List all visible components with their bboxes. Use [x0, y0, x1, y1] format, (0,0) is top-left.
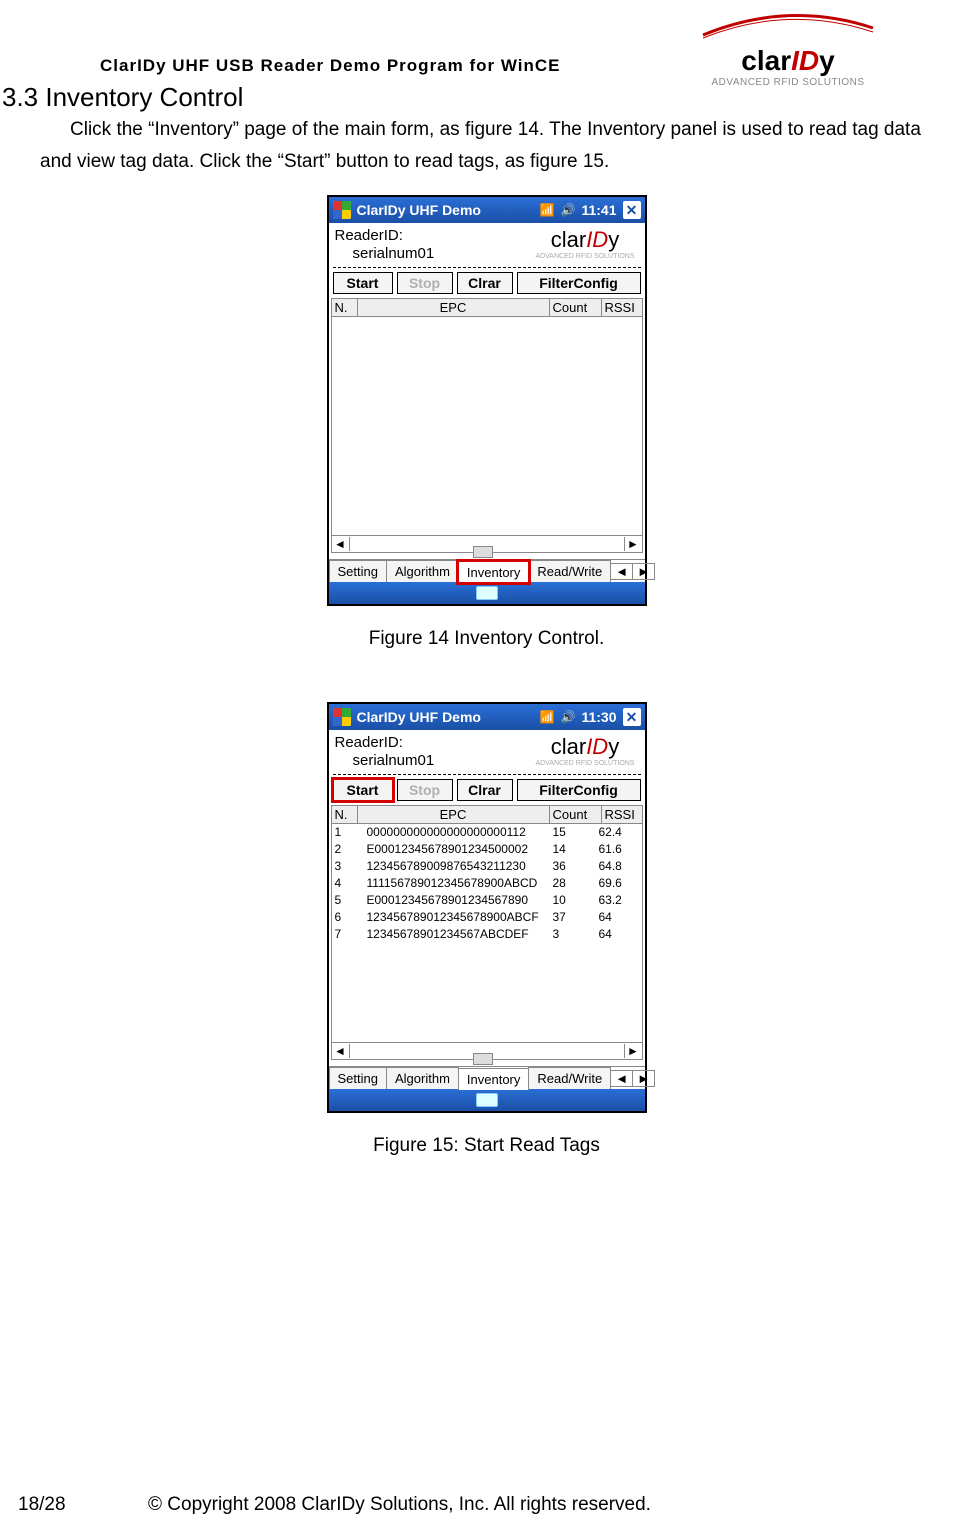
volume-icon: 🔊 [561, 203, 576, 217]
swoosh-icon [698, 10, 878, 40]
app-title: ClarIDy UHF Demo [357, 709, 481, 725]
close-icon[interactable]: ✕ [623, 708, 641, 726]
reader-id-label: ReaderID: [335, 734, 536, 752]
volume-icon: 🔊 [561, 710, 576, 724]
start-button[interactable]: Start [333, 779, 393, 801]
tab-row: Setting Algorithm Inventory Read/Write ◄… [329, 559, 645, 582]
filterconfig-button[interactable]: FilterConfig [517, 272, 641, 294]
tab-algorithm[interactable]: Algorithm [386, 560, 459, 582]
device-screenshot-15: ClarIDy UHF Demo 📶 🔊 11:30 ✕ ReaderID: s… [327, 702, 647, 1113]
reader-id-value: serialnum01 [335, 752, 536, 770]
scroll-right-icon[interactable]: ► [624, 1044, 642, 1058]
hscrollbar[interactable]: ◄ ► [331, 1042, 643, 1060]
tab-inventory[interactable]: Inventory [458, 561, 529, 583]
titlebar: ClarIDy UHF Demo 📶 🔊 11:30 ✕ [329, 704, 645, 730]
table-body-empty [331, 317, 643, 535]
figure-14-caption: Figure 14 Inventory Control. [327, 628, 647, 650]
clear-button[interactable]: Clrar [457, 779, 513, 801]
document-title: ClarIDy UHF USB Reader Demo Program for … [100, 56, 560, 76]
page-number: 18/28 [18, 1494, 148, 1516]
brand-tagline: ADVANCED RFID SOLUTIONS [693, 77, 883, 88]
tab-readwrite[interactable]: Read/Write [528, 560, 611, 582]
table-row[interactable]: 6123456789012345678900ABCF3764 [332, 909, 642, 926]
connection-icon: 📶 [540, 710, 555, 724]
table-row[interactable]: 4111156789012345678900ABCD2869.6 [332, 875, 642, 892]
table-header: N. EPC Count RSSI [331, 805, 643, 824]
hscrollbar[interactable]: ◄ ► [331, 535, 643, 553]
start-button[interactable]: Start [333, 272, 393, 294]
titlebar: ClarIDy UHF Demo 📶 🔊 11:41 ✕ [329, 197, 645, 223]
taskbar [329, 1089, 645, 1111]
tab-nav[interactable]: ◄► [610, 563, 655, 580]
scroll-left-icon[interactable]: ◄ [332, 537, 350, 551]
tab-setting[interactable]: Setting [329, 560, 387, 582]
figure-15: ClarIDy UHF Demo 📶 🔊 11:30 ✕ ReaderID: s… [327, 702, 647, 1157]
figure-14: ClarIDy UHF Demo 📶 🔊 11:41 ✕ ReaderID: s… [327, 195, 647, 650]
clear-button[interactable]: Clrar [457, 272, 513, 294]
tab-row: Setting Algorithm Inventory Read/Write ◄… [329, 1066, 645, 1089]
windows-flag-icon [333, 201, 351, 219]
stop-button[interactable]: Stop [397, 779, 453, 801]
tab-nav[interactable]: ◄► [610, 1070, 655, 1087]
header-logo: clarIDy ADVANCED RFID SOLUTIONS [693, 10, 883, 88]
keyboard-icon[interactable] [476, 586, 498, 600]
device-screenshot-14: ClarIDy UHF Demo 📶 🔊 11:41 ✕ ReaderID: s… [327, 195, 647, 606]
taskbar [329, 582, 645, 604]
tab-inventory[interactable]: Inventory [458, 1068, 529, 1090]
app-title: ClarIDy UHF Demo [357, 202, 481, 218]
table-body: 10000000000000000000001121562.42E0001234… [331, 824, 643, 1042]
tab-algorithm[interactable]: Algorithm [386, 1067, 459, 1089]
table-row[interactable]: 10000000000000000000001121562.4 [332, 824, 642, 841]
windows-flag-icon [333, 708, 351, 726]
tab-setting[interactable]: Setting [329, 1067, 387, 1089]
mini-logo: clarIDy ADVANCED RFID SOLUTIONS [535, 734, 638, 767]
stop-button[interactable]: Stop [397, 272, 453, 294]
section-heading: 3.3 Inventory Control [2, 82, 243, 113]
keyboard-icon[interactable] [476, 1093, 498, 1107]
table-header: N. EPC Count RSSI [331, 298, 643, 317]
clock: 11:30 [581, 709, 616, 725]
table-row[interactable]: 712345678901234567ABCDEF364 [332, 926, 642, 943]
table-row[interactable]: 5E000123456789012345678901063.2 [332, 892, 642, 909]
close-icon[interactable]: ✕ [623, 201, 641, 219]
body-paragraph: Click the “Inventory” page of the main f… [40, 114, 933, 178]
table-row[interactable]: 31234567890098765432112303664.8 [332, 858, 642, 875]
table-row[interactable]: 2E000123456789012345000021461.6 [332, 841, 642, 858]
copyright: © Copyright 2008 ClarIDy Solutions, Inc.… [148, 1494, 651, 1516]
reader-id-label: ReaderID: [335, 227, 536, 245]
mini-logo: clarIDy ADVANCED RFID SOLUTIONS [535, 227, 638, 260]
reader-id-value: serialnum01 [335, 245, 536, 263]
brand-text: clarIDy [693, 45, 883, 77]
clock: 11:41 [581, 202, 616, 218]
filterconfig-button[interactable]: FilterConfig [517, 779, 641, 801]
connection-icon: 📶 [540, 203, 555, 217]
scroll-right-icon[interactable]: ► [624, 537, 642, 551]
figure-15-caption: Figure 15: Start Read Tags [327, 1135, 647, 1157]
scroll-left-icon[interactable]: ◄ [332, 1044, 350, 1058]
tab-readwrite[interactable]: Read/Write [528, 1067, 611, 1089]
footer: 18/28 © Copyright 2008 ClarIDy Solutions… [18, 1494, 933, 1516]
